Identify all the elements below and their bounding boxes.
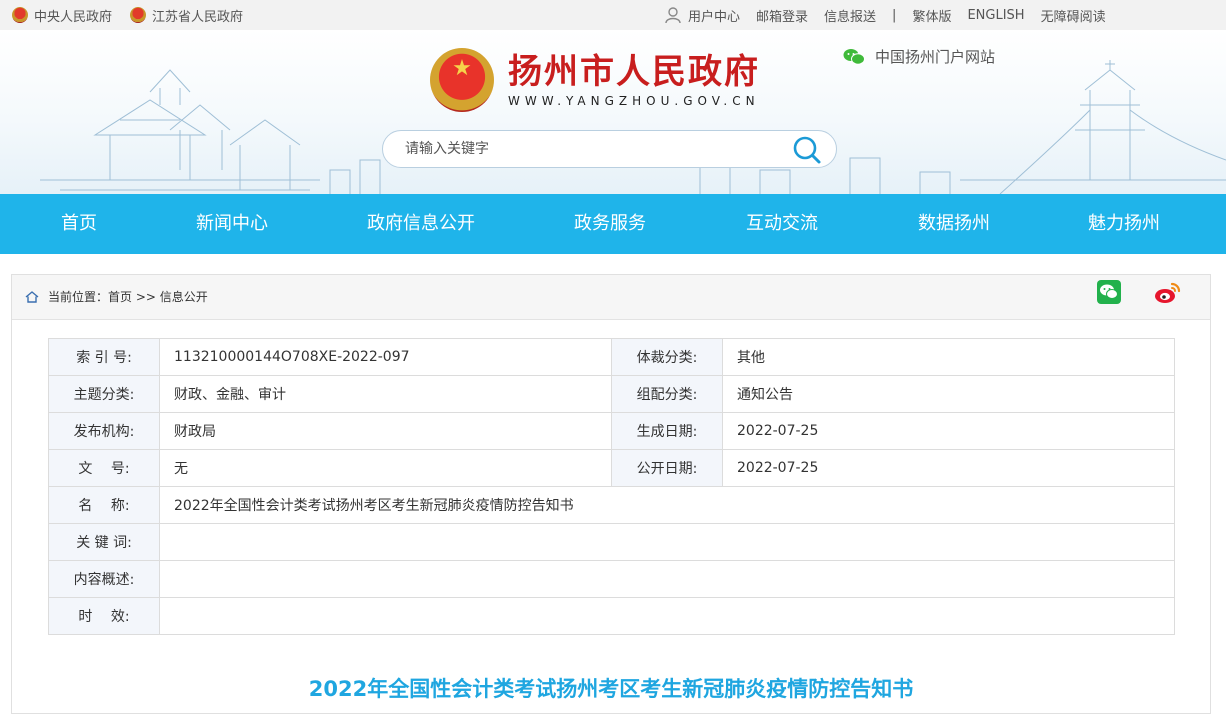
national-emblem-icon: [430, 48, 494, 112]
nav-item-interaction[interactable]: 互动交流: [730, 194, 834, 254]
user-center-link[interactable]: 用户中心: [688, 6, 740, 25]
category-label: 组配分类:: [612, 376, 723, 413]
table-row: 关 键 词:: [49, 524, 1175, 561]
summary-label: 内容概述:: [49, 561, 160, 598]
user-icon: [664, 6, 682, 24]
nav-item-data[interactable]: 数据扬州: [902, 194, 1006, 254]
search-box: [382, 130, 837, 168]
link-central-government[interactable]: 中央人民政府: [12, 6, 112, 25]
table-row: 主题分类: 财政、金融、审计 组配分类: 通知公告: [49, 376, 1175, 413]
published-date-label: 公开日期:: [612, 450, 723, 487]
search-input[interactable]: [403, 140, 777, 158]
share-weibo-icon[interactable]: [1154, 280, 1182, 306]
table-row: 索 引 号: 113210000144O708XE-2022-097 体裁分类:…: [49, 339, 1175, 376]
nav-item-home[interactable]: 首页: [42, 194, 116, 254]
email-login-link[interactable]: 邮箱登录: [756, 6, 808, 25]
article-title: 2022年全国性会计类考试扬州考区考生新冠肺炎疫情防控告知书: [12, 673, 1210, 703]
validity-label: 时 效:: [49, 598, 160, 635]
keywords-label: 关 键 词:: [49, 524, 160, 561]
portal-label: 中国扬州门户网站: [875, 46, 995, 67]
site-header: 扬州市人民政府 WWW.YANGZHOU.GOV.CN 中国扬州门户网站: [0, 30, 1226, 194]
created-date-label: 生成日期:: [612, 413, 723, 450]
main-nav: 首页 新闻中心 政府信息公开 政务服务 互动交流 数据扬州 魅力扬州: [0, 194, 1226, 254]
index-number-label: 索 引 号:: [49, 339, 160, 376]
breadcrumb[interactable]: 当前位置：首页 >> 信息公开: [48, 289, 208, 305]
breadcrumb-bar: 当前位置：首页 >> 信息公开: [12, 275, 1210, 320]
keywords-value: [160, 524, 1175, 561]
table-row: 发布机构: 财政局 生成日期: 2022-07-25: [49, 413, 1175, 450]
link-central-government-label: 中央人民政府: [34, 6, 112, 25]
link-jiangsu-government[interactable]: 江苏省人民政府: [130, 6, 243, 25]
created-date-value: 2022-07-25: [723, 413, 1175, 450]
nav-item-news[interactable]: 新闻中心: [180, 194, 284, 254]
name-value: 2022年全国性会计类考试扬州考区考生新冠肺炎疫情防控告知书: [160, 487, 1175, 524]
top-utility-bar: 中央人民政府 江苏省人民政府 用户中心 邮箱登录 信息报送 | 繁体版 ENGL…: [0, 0, 1226, 30]
category-value: 通知公告: [723, 376, 1175, 413]
publisher-value: 财政局: [160, 413, 612, 450]
link-jiangsu-government-label: 江苏省人民政府: [152, 6, 243, 25]
search-icon[interactable]: [792, 135, 822, 165]
wechat-portal-link[interactable]: 中国扬州门户网站: [843, 46, 995, 67]
table-row: 文 号: 无 公开日期: 2022-07-25: [49, 450, 1175, 487]
english-link[interactable]: ENGLISH: [967, 8, 1024, 23]
document-metadata-table: 索 引 号: 113210000144O708XE-2022-097 体裁分类:…: [48, 338, 1175, 635]
table-row: 名 称: 2022年全国性会计类考试扬州考区考生新冠肺炎疫情防控告知书: [49, 487, 1175, 524]
document-number-value: 无: [160, 450, 612, 487]
topic-value: 财政、金融、审计: [160, 376, 612, 413]
site-title: 扬州市人民政府: [508, 52, 760, 92]
document-number-label: 文 号:: [49, 450, 160, 487]
accessibility-link[interactable]: 无障碍阅读: [1041, 6, 1106, 25]
publisher-label: 发布机构:: [49, 413, 160, 450]
national-emblem-icon: [12, 7, 28, 23]
table-row: 内容概述:: [49, 561, 1175, 598]
name-label: 名 称:: [49, 487, 160, 524]
summary-value: [160, 561, 1175, 598]
index-number-value: 113210000144O708XE-2022-097: [160, 339, 612, 376]
genre-label: 体裁分类:: [612, 339, 723, 376]
traditional-chinese-link[interactable]: 繁体版: [912, 6, 951, 25]
divider: |: [892, 8, 896, 23]
nav-item-services[interactable]: 政务服务: [560, 194, 660, 254]
site-logo[interactable]: 扬州市人民政府 WWW.YANGZHOU.GOV.CN: [430, 48, 760, 112]
national-emblem-icon: [130, 7, 146, 23]
home-icon: [24, 289, 40, 305]
validity-value: [160, 598, 1175, 635]
genre-value: 其他: [723, 339, 1175, 376]
table-row: 时 效:: [49, 598, 1175, 635]
topic-label: 主题分类:: [49, 376, 160, 413]
nav-item-charm[interactable]: 魅力扬州: [1072, 194, 1176, 254]
site-url: WWW.YANGZHOU.GOV.CN: [508, 94, 760, 108]
info-submit-link[interactable]: 信息报送: [824, 6, 876, 25]
wechat-icon: [843, 48, 865, 66]
nav-item-gov-info[interactable]: 政府信息公开: [354, 194, 488, 254]
content-panel: 当前位置：首页 >> 信息公开 索 引 号: 113210000144O708X…: [11, 274, 1211, 714]
published-date-value: 2022-07-25: [723, 450, 1175, 487]
share-wechat-icon[interactable]: [1097, 280, 1121, 304]
